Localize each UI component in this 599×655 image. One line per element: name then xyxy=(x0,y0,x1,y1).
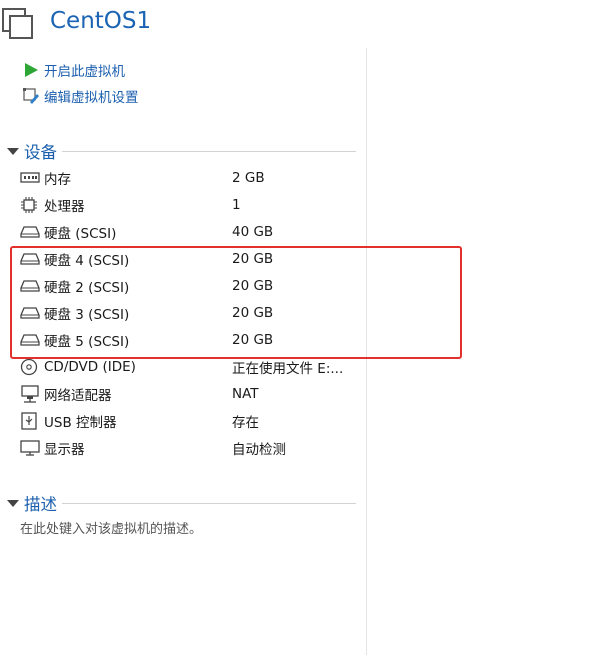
virtual-machine-icon xyxy=(2,8,33,39)
devices-section-divider xyxy=(62,151,356,152)
edit-vm-settings-link[interactable]: 编辑虚拟机设置 xyxy=(22,86,139,106)
device-name: 硬盘 (SCSI) xyxy=(44,226,117,242)
description-section-title: 描述 xyxy=(24,495,57,514)
devices-section-title: 设备 xyxy=(24,143,57,162)
device-value: 存在 xyxy=(232,415,259,431)
device-value: 1 xyxy=(232,197,241,213)
device-value: 自动检测 xyxy=(232,442,286,458)
hard-disk-icon xyxy=(20,223,42,241)
device-value: 40 GB xyxy=(232,224,274,240)
usb-controller-icon xyxy=(20,412,42,430)
device-name: 显示器 xyxy=(44,442,85,458)
description-section-header[interactable]: 描述 xyxy=(6,492,57,514)
cd-dvd-icon xyxy=(20,358,42,376)
edit-vm-settings-label: 编辑虚拟机设置 xyxy=(44,90,139,106)
edit-settings-icon xyxy=(22,87,40,105)
power-on-vm-label: 开启此虚拟机 xyxy=(44,64,125,80)
device-row-usb-controller[interactable]: USB 控制器 存在 xyxy=(20,410,360,432)
memory-icon xyxy=(20,169,42,187)
device-row-network-adapter[interactable]: 网络适配器 NAT xyxy=(20,383,360,405)
device-name: 内存 xyxy=(44,172,71,188)
power-on-vm-link[interactable]: 开启此虚拟机 xyxy=(22,60,125,80)
play-icon xyxy=(22,61,40,79)
device-value: 2 GB xyxy=(232,170,265,186)
vm-title: CentOS1 xyxy=(50,8,152,34)
device-row-cd-dvd[interactable]: CD/DVD (IDE) 正在使用文件 E:... xyxy=(20,356,360,378)
device-name: 处理器 xyxy=(44,199,85,215)
device-row-hard-disk[interactable]: 硬盘 (SCSI) 40 GB xyxy=(20,221,360,243)
device-name: 网络适配器 xyxy=(44,388,112,404)
devices-section-header[interactable]: 设备 xyxy=(6,140,57,162)
highlight-box xyxy=(10,246,462,359)
processor-icon xyxy=(20,196,42,214)
device-row-memory[interactable]: 内存 2 GB xyxy=(20,167,360,189)
device-value: NAT xyxy=(232,386,259,402)
collapse-triangle-icon xyxy=(7,500,19,507)
device-name: CD/DVD (IDE) xyxy=(44,359,136,375)
device-name: USB 控制器 xyxy=(44,415,117,431)
device-row-display[interactable]: 显示器 自动检测 xyxy=(20,437,360,459)
network-adapter-icon xyxy=(20,385,42,403)
description-placeholder[interactable]: 在此处键入对该虚拟机的描述。 xyxy=(20,518,202,537)
display-icon xyxy=(20,439,42,457)
collapse-triangle-icon xyxy=(7,148,19,155)
device-value: 正在使用文件 E:... xyxy=(232,361,344,377)
device-row-processor[interactable]: 处理器 1 xyxy=(20,194,360,216)
description-section-divider xyxy=(62,503,356,504)
